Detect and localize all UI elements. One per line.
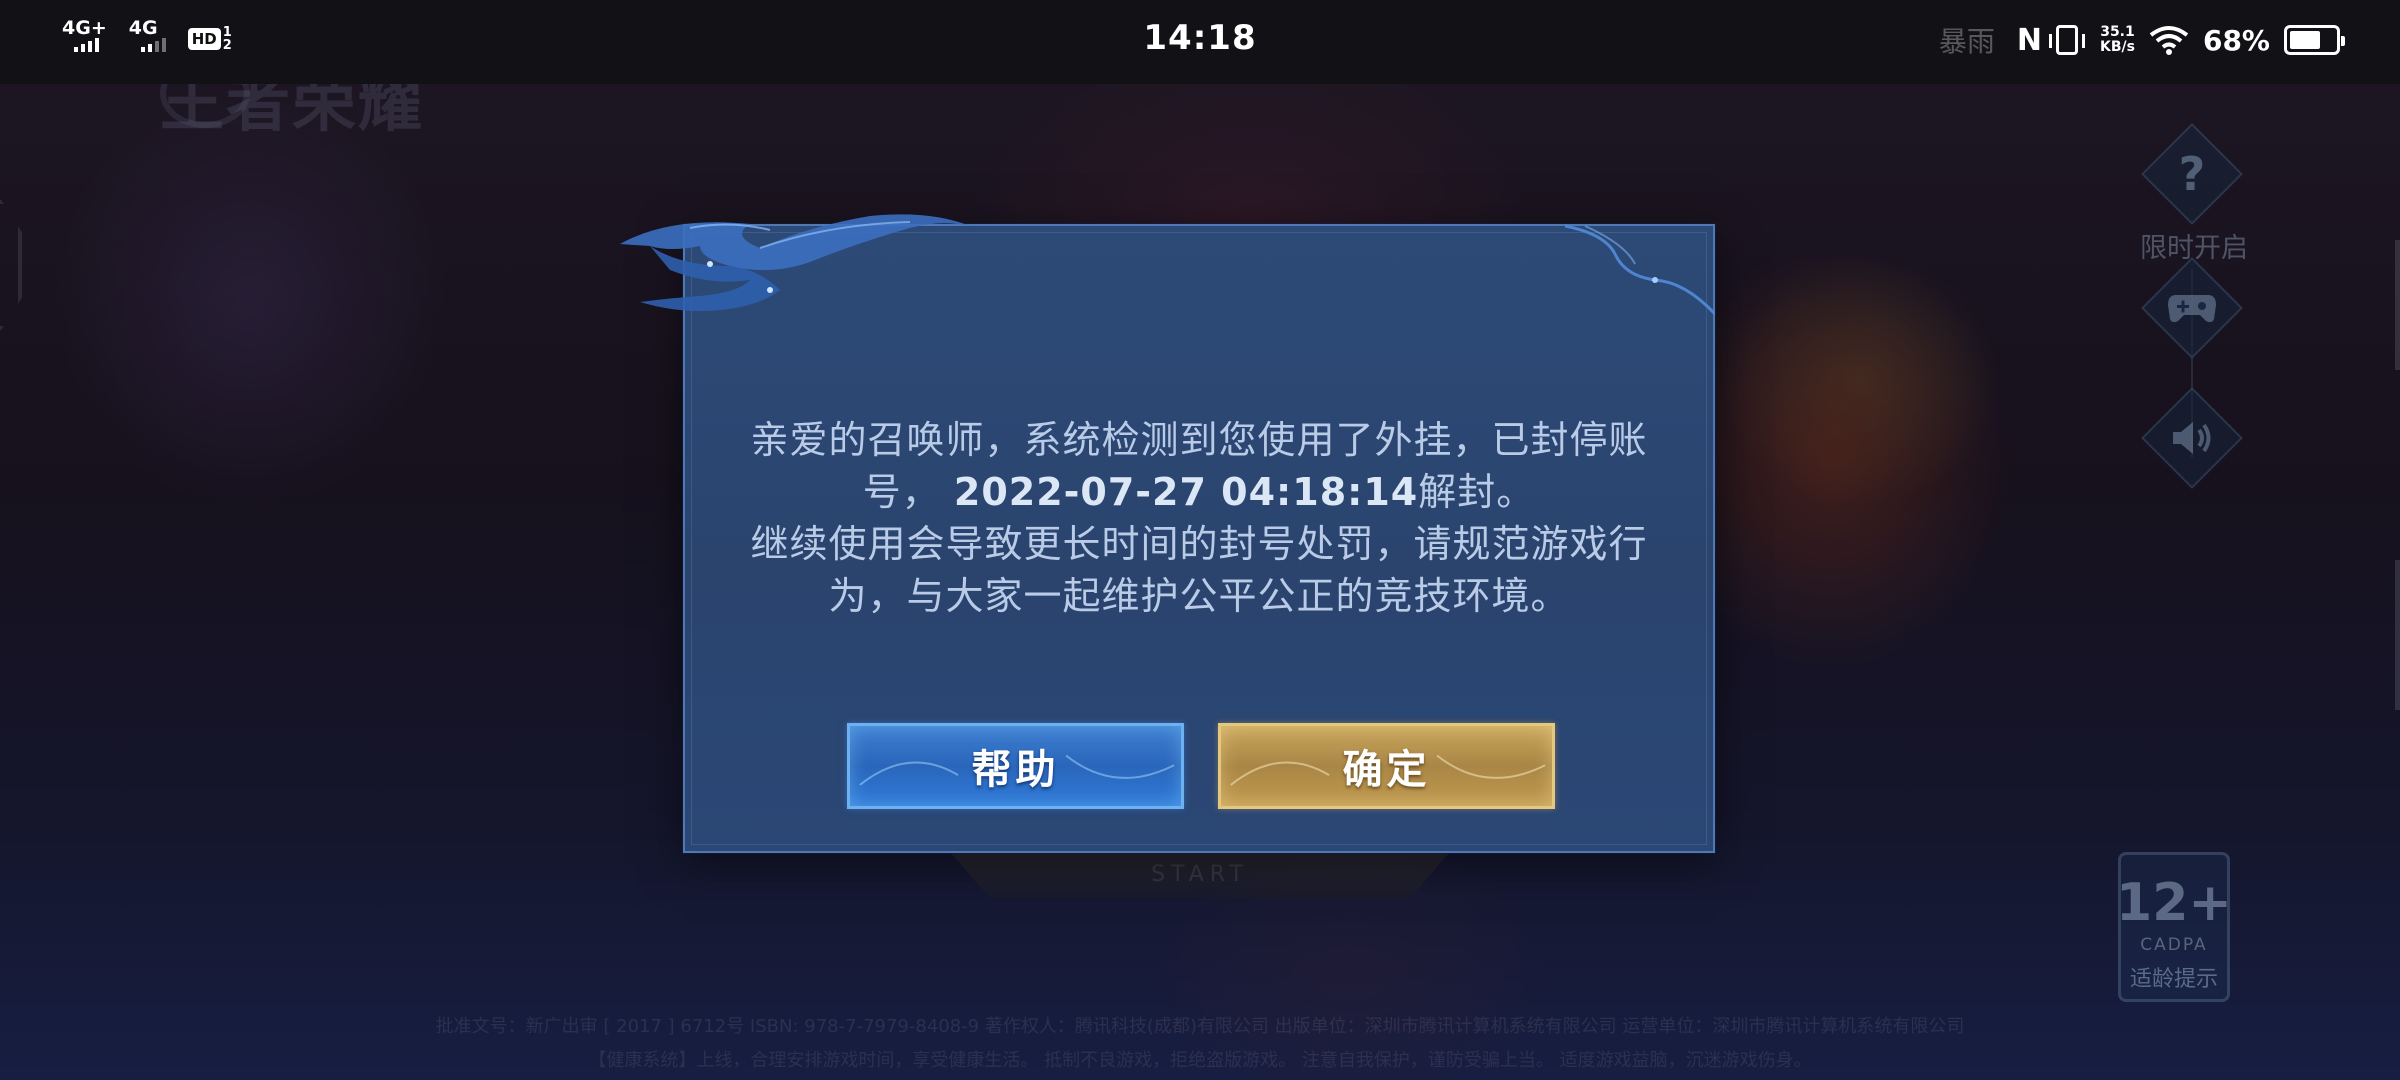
nfc-icon: N (2016, 22, 2042, 58)
network-speed-unit: KB/s (2100, 39, 2135, 55)
network-speed: 35.1 KB/s (2100, 25, 2135, 55)
confirm-button[interactable]: 确定 (1218, 723, 1555, 809)
ban-message-line3: 继续使用会导致更长时间的封号处罚，请规范游戏行 (750, 522, 1648, 566)
weather-text: 暴雨 (1938, 25, 1995, 58)
ban-message-line2-prefix: 号， (862, 470, 941, 514)
swirl-ornament-icon (620, 214, 970, 311)
game-screen: 王者荣耀 START 批准文号：新广出审 [ 2017 ] 6712号 ISBN… (0, 0, 2400, 1080)
help-button[interactable]: 帮助 (847, 723, 1184, 809)
ban-notice-dialog: 亲爱的召唤师，系统检测到您使用了外挂，已封停账 号， 2022-07-27 04… (620, 214, 1715, 853)
unban-datetime: 2022-07-27 04:18:14 (953, 470, 1419, 514)
battery-percent: 68% (2202, 23, 2270, 57)
network-speed-value: 35.1 (2100, 24, 2135, 40)
status-bar: 4G+ 4G HD 12 14:18 暴雨 N 35.1 KB/s 68% (0, 0, 2400, 84)
ban-message-line2: 号， 2022-07-27 04:18:14解封。 (721, 466, 1677, 518)
ban-message-line2-suffix: 解封。 (1418, 470, 1536, 514)
wifi-icon (2149, 26, 2189, 55)
help-button-label: 帮助 (971, 747, 1060, 793)
battery-icon (2284, 25, 2345, 55)
corner-ornament-icon (1565, 224, 1715, 316)
ban-message-line1: 亲爱的召唤师，系统检测到您使用了外挂，已封停账 (750, 418, 1648, 462)
confirm-button-label: 确定 (1342, 747, 1431, 793)
vibrate-icon (2049, 25, 2085, 55)
ban-message: 亲爱的召唤师，系统检测到您使用了外挂，已封停账 号， 2022-07-27 04… (721, 414, 1677, 622)
ban-message-line4: 为，与大家一起维护公平公正的竞技环境。 (828, 574, 1570, 618)
